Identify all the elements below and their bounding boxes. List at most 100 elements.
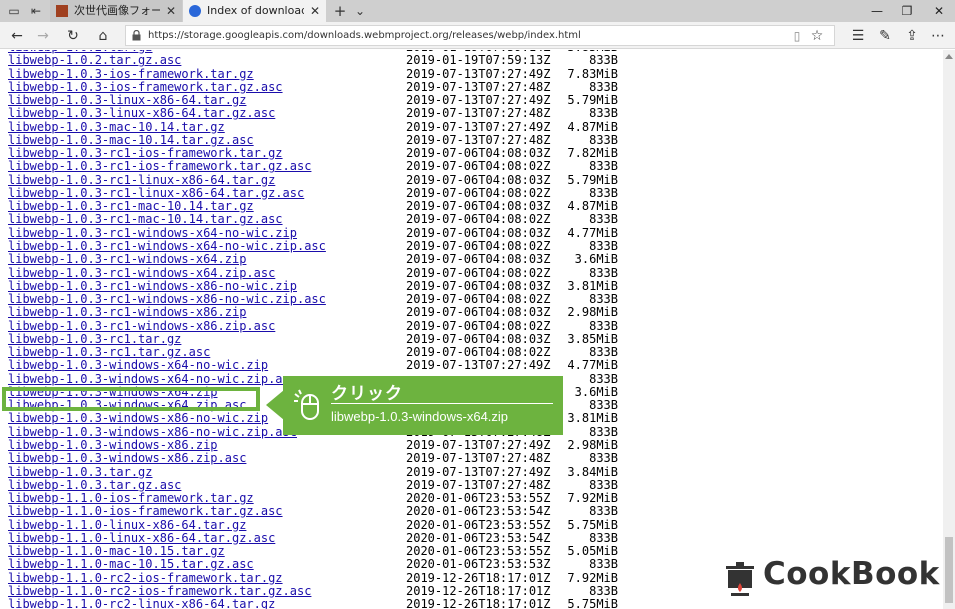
file-link[interactable]: libwebp-1.0.3.tar.gz.asc xyxy=(8,478,181,492)
file-row: libwebp-1.1.0-ios-framework.tar.gz 2020-0… xyxy=(8,491,938,506)
scroll-thumb[interactable] xyxy=(945,537,953,603)
tab-title: 次世代画像フォーマットWebP xyxy=(74,4,160,17)
file-link[interactable]: libwebp-1.1.0-rc2-ios-framework.tar.gz xyxy=(8,571,283,585)
file-link[interactable]: libwebp-1.0.3-rc1-windows-x64-no-wic.zip xyxy=(8,226,297,240)
file-link[interactable]: libwebp-1.0.3-rc1-windows-x64.zip.asc xyxy=(8,266,275,280)
navigation-bar: ← → ↻ ⌂ https://storage.googleapis.com/d… xyxy=(0,22,955,49)
more-menu-icon[interactable]: ⋯ xyxy=(929,27,947,45)
file-link[interactable]: libwebp-1.0.3-rc1-windows-x86.zip.asc xyxy=(8,319,275,333)
tab-index-downloads[interactable]: Index of downloads.web ✕ xyxy=(183,0,326,22)
file-size: 7.83MiB xyxy=(567,66,618,81)
reading-view-icon[interactable]: ▯ xyxy=(788,27,806,45)
callout-filename: libwebp-1.0.3-windows-x64.zip xyxy=(331,409,509,424)
file-row: libwebp-1.0.3-rc1-windows-x86.zip.asc 201… xyxy=(8,319,938,333)
new-tab-icon[interactable]: + xyxy=(332,3,348,19)
file-link[interactable]: libwebp-1.0.3-rc1.tar.gz xyxy=(8,332,181,346)
tab-close-icon[interactable]: ✕ xyxy=(310,0,320,22)
share-icon[interactable]: ⇪ xyxy=(903,27,921,45)
lock-icon xyxy=(132,30,141,41)
file-link[interactable]: libwebp-1.0.3-rc1-windows-x86-no-wic.zip xyxy=(8,279,297,293)
file-link[interactable]: libwebp-1.1.0-ios-framework.tar.gz.asc xyxy=(8,505,283,519)
favorites-hub-icon[interactable]: ☰ xyxy=(849,27,867,45)
file-link[interactable]: libwebp-1.0.3-mac-10.14.tar.gz.asc xyxy=(8,133,254,147)
file-link[interactable]: libwebp-1.0.3-mac-10.14.tar.gz xyxy=(8,120,225,134)
file-link[interactable]: libwebp-1.0.3-windows-x86.zip.asc xyxy=(8,451,246,465)
maximize-button[interactable]: ❐ xyxy=(892,0,922,22)
scroll-up-arrow-icon[interactable] xyxy=(945,54,953,59)
file-link[interactable]: libwebp-1.0.3-windows-x86-no-wic.zip xyxy=(8,412,268,426)
file-date: 2019-07-13T07:27:49Z xyxy=(406,464,551,479)
callout-title: クリック xyxy=(331,384,403,404)
close-window-button[interactable]: ✕ xyxy=(924,0,954,22)
file-link[interactable]: libwebp-1.0.3-rc1-ios-framework.tar.gz.a… xyxy=(8,160,311,174)
favorite-star-icon[interactable]: ☆ xyxy=(808,27,826,45)
file-link[interactable]: libwebp-1.1.0-rc2-linux-x86-64.tar.gz xyxy=(8,597,275,609)
file-link[interactable]: libwebp-1.1.0-ios-framework.tar.gz xyxy=(8,491,254,505)
home-icon[interactable]: ⌂ xyxy=(94,27,112,45)
file-date: 2019-07-13T07:27:48Z xyxy=(406,477,551,492)
file-link[interactable]: libwebp-1.0.3-windows-x86.zip xyxy=(8,438,218,452)
file-link[interactable]: libwebp-1.0.3.tar.gz xyxy=(8,465,153,479)
file-row: libwebp-1.0.3-ios-framework.tar.gz 2019-0… xyxy=(8,66,938,81)
file-link[interactable]: libwebp-1.0.3-rc1-windows-x86-no-wic.zip… xyxy=(8,292,326,306)
file-size: 833B xyxy=(589,557,618,572)
file-link[interactable]: libwebp-1.0.3-rc1-linux-x86-64.tar.gz.as… xyxy=(8,186,304,200)
file-link[interactable]: libwebp-1.0.3-rc1-linux-x86-64.tar.gz xyxy=(8,173,275,187)
file-link[interactable]: libwebp-1.1.0-mac-10.15.tar.gz xyxy=(8,544,225,558)
file-link[interactable]: libwebp-1.1.0-linux-x86-64.tar.gz.asc xyxy=(8,531,275,545)
file-row: libwebp-1.0.3-windows-x86.zip.asc 2019-07… xyxy=(8,451,938,465)
file-link[interactable]: libwebp-1.0.3-rc1-windows-x64.zip xyxy=(8,252,246,266)
set-aside-tabs-icon[interactable]: ⇤ xyxy=(28,3,44,19)
file-link[interactable]: libwebp-1.0.3-rc1-windows-x64-no-wic.zip… xyxy=(8,239,326,253)
file-date: 2019-07-06T04:08:02Z xyxy=(406,238,551,253)
file-link[interactable]: libwebp-1.0.3-linux-x86-64.tar.gz.asc xyxy=(8,107,275,121)
file-link[interactable]: libwebp-1.0.3-rc1-mac-10.14.tar.gz xyxy=(8,199,254,213)
callout-pointer xyxy=(266,390,284,420)
url-text: https://storage.googleapis.com/downloads… xyxy=(148,30,581,41)
minimize-button[interactable]: — xyxy=(862,0,892,22)
logo-wordmark: CookBook xyxy=(763,556,940,592)
file-link[interactable]: libwebp-1.0.3-rc1-windows-x86.zip xyxy=(8,306,246,320)
file-link[interactable]: libwebp-1.0.3-linux-x86-64.tar.gz xyxy=(8,93,246,107)
file-link[interactable]: libwebp-1.0.3-rc1-mac-10.14.tar.gz.asc xyxy=(8,213,283,227)
file-link[interactable]: libwebp-1.1.0-rc2-ios-framework.tar.gz.a… xyxy=(8,584,311,598)
refresh-icon[interactable]: ↻ xyxy=(64,27,82,45)
file-date: 2019-07-06T04:08:03Z xyxy=(406,331,551,346)
file-date: 2019-07-06T04:08:03Z xyxy=(406,278,551,293)
tab-list-chevron-icon[interactable]: ⌄ xyxy=(352,3,368,19)
site-favicon-icon xyxy=(189,5,201,17)
file-size: 833B xyxy=(589,583,618,598)
file-date: 2019-07-13T07:27:49Z xyxy=(406,119,551,134)
file-date: 2019-12-26T18:17:01Z xyxy=(406,597,551,609)
file-size: 833B xyxy=(589,345,618,360)
file-link[interactable]: libwebp-1.0.3-windows-x64-no-wic.zip xyxy=(8,359,268,373)
file-size: 833B xyxy=(589,504,618,519)
file-link[interactable]: libwebp-1.0.3-rc1.tar.gz.asc xyxy=(8,345,210,359)
file-size: 833B xyxy=(589,106,618,121)
file-date: 2019-07-06T04:08:03Z xyxy=(406,225,551,240)
file-link[interactable]: libwebp-1.1.0-linux-x86-64.tar.gz xyxy=(8,518,246,532)
tab-webp-article[interactable]: 次世代画像フォーマットWebP ✕ xyxy=(50,0,182,22)
file-size: 2.98MiB xyxy=(567,437,618,452)
address-bar[interactable]: https://storage.googleapis.com/downloads… xyxy=(125,25,835,46)
file-size: 833B xyxy=(589,530,618,545)
file-link[interactable]: libwebp-1.0.3-rc1-ios-framework.tar.gz xyxy=(8,146,283,160)
file-link[interactable]: libwebp-1.0.3-ios-framework.tar.gz xyxy=(8,67,254,81)
file-link[interactable]: libwebp-1.0.3-windows-x64-no-wic.zip.asc xyxy=(8,372,297,386)
vertical-scrollbar[interactable] xyxy=(943,50,955,609)
file-link[interactable]: libwebp-1.0.3-ios-framework.tar.gz.asc xyxy=(8,80,283,94)
back-arrow-icon[interactable]: ← xyxy=(8,27,26,45)
file-link[interactable]: libwebp-1.1.0-mac-10.15.tar.gz.asc xyxy=(8,558,254,572)
file-date: 2019-07-06T04:08:02Z xyxy=(406,159,551,174)
file-size: 7.92MiB xyxy=(567,491,618,506)
web-note-pen-icon[interactable]: ✎ xyxy=(876,27,894,45)
file-size: 4.77MiB xyxy=(567,225,618,240)
tab-preview-icon[interactable]: ▭ xyxy=(6,3,22,19)
tab-close-icon[interactable]: ✕ xyxy=(166,0,176,22)
file-size: 833B xyxy=(589,185,618,200)
forward-arrow-icon[interactable]: → xyxy=(34,27,52,45)
file-date: 2019-07-13T07:27:49Z xyxy=(406,93,551,108)
file-link[interactable]: libwebp-1.0.3-windows-x86-no-wic.zip.asc xyxy=(8,425,297,439)
file-link[interactable]: libwebp-1.0.2.tar.gz.asc xyxy=(8,53,181,67)
file-row: libwebp-1.0.3.tar.gz 2019-07-13T07:27:49Z… xyxy=(8,464,938,479)
